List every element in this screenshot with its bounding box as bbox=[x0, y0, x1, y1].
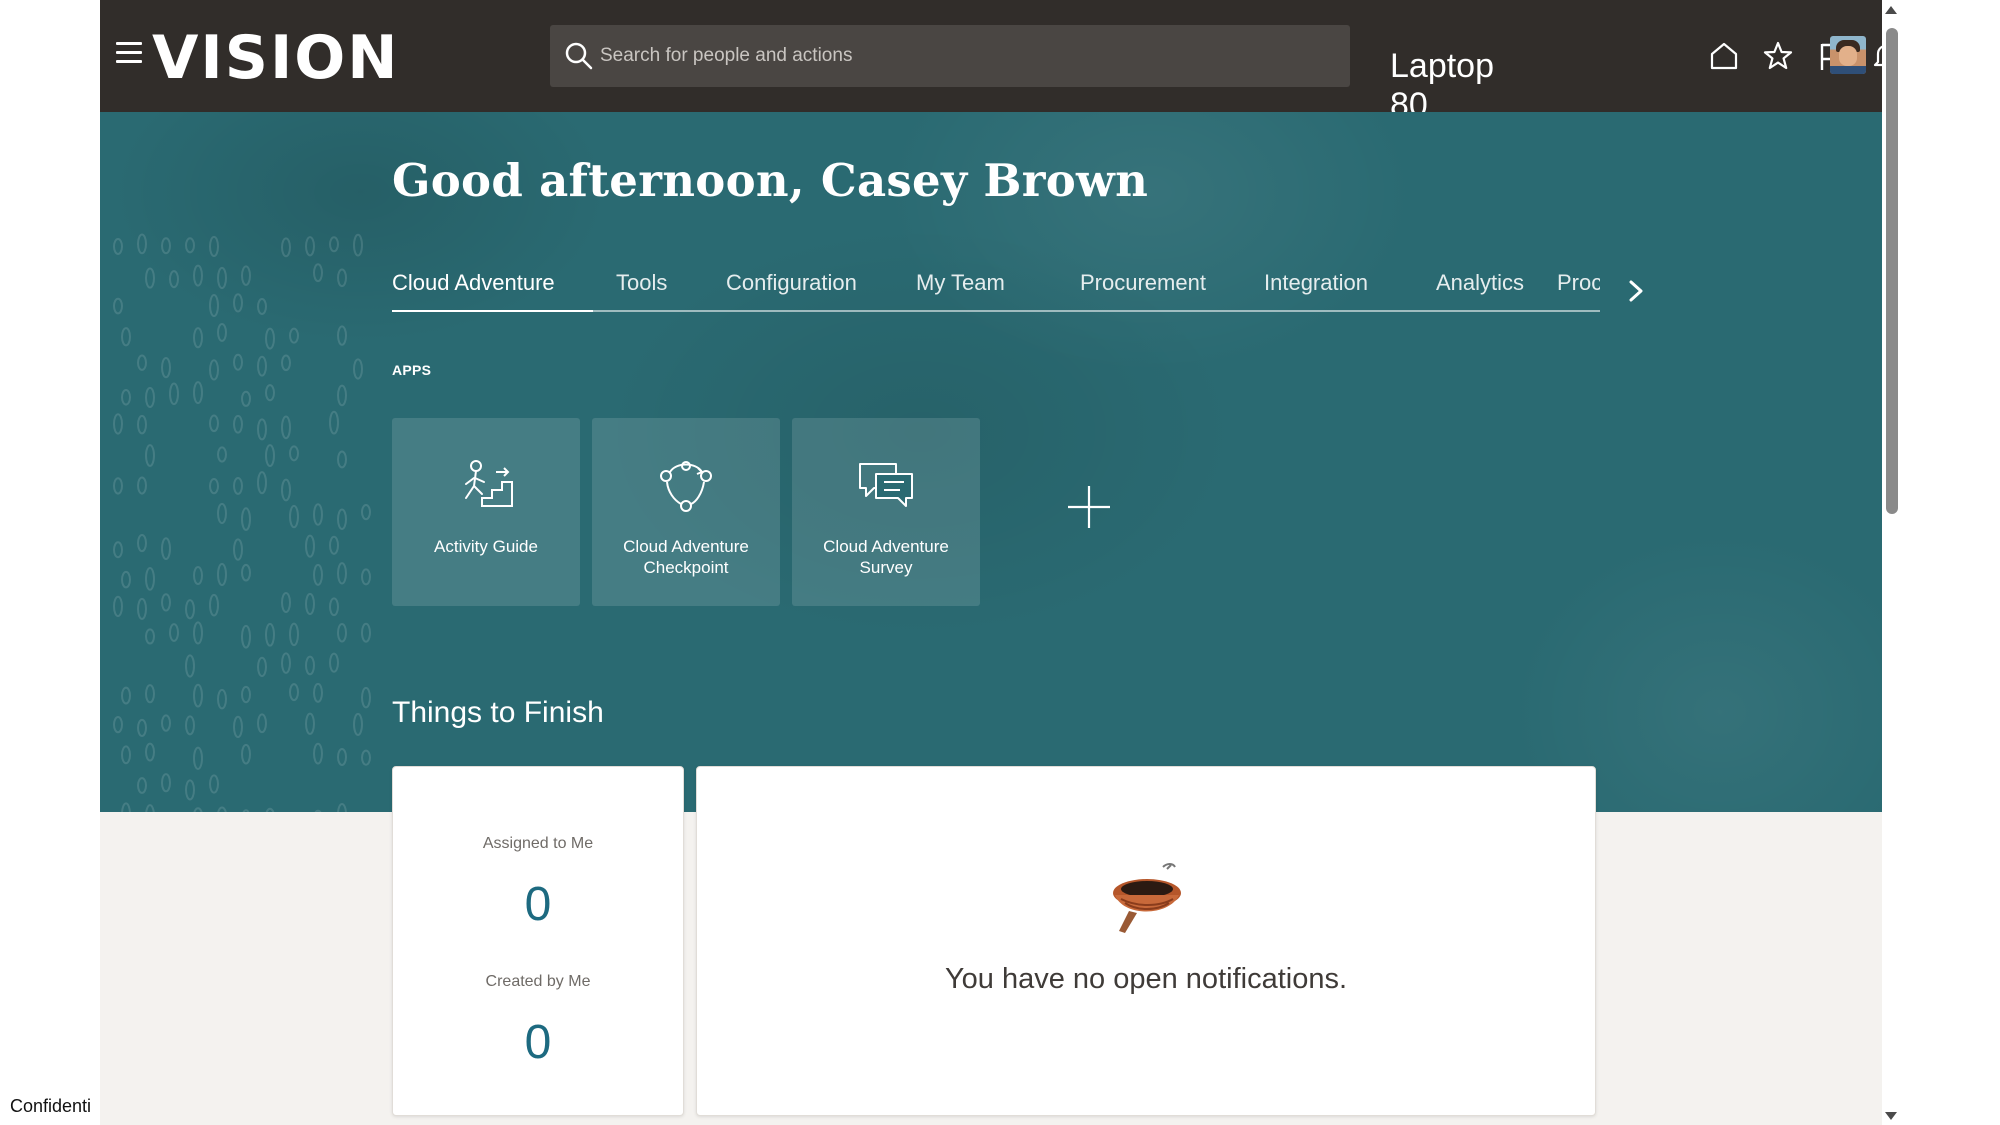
tab-configuration[interactable]: Configuration bbox=[726, 270, 857, 312]
tab-analytics[interactable]: Analytics bbox=[1436, 270, 1524, 312]
search-input[interactable] bbox=[600, 37, 930, 75]
star-icon[interactable] bbox=[1762, 40, 1794, 72]
chevron-right-icon[interactable] bbox=[1624, 276, 1648, 306]
global-search[interactable]: Laptop 80 bbox=[550, 25, 1494, 124]
no-notifications-message: You have no open notifications. bbox=[944, 963, 1348, 995]
greeting-heading: Good afternoon, Casey Brown bbox=[392, 154, 1149, 207]
scroll-down-arrow-icon[interactable] bbox=[1885, 1112, 1897, 1120]
global-header: VISION Laptop 80 bbox=[100, 0, 1882, 124]
checkpoint-icon bbox=[660, 461, 712, 512]
tab-integration[interactable]: Integration bbox=[1264, 270, 1368, 312]
page-viewport: VISION Laptop 80 Good afternoon, C bbox=[100, 0, 1882, 1125]
search-icon bbox=[565, 42, 593, 70]
app-label: Cloud Adventure Survey bbox=[823, 537, 949, 577]
survey-icon bbox=[859, 463, 913, 507]
app-label: Cloud Adventure Checkpoint bbox=[623, 537, 749, 577]
bell-icon[interactable] bbox=[1870, 40, 1882, 72]
scroll-up-arrow-icon[interactable] bbox=[1885, 6, 1897, 14]
activity-guide-icon bbox=[465, 460, 513, 507]
scroll-thumb[interactable] bbox=[1886, 28, 1898, 514]
created-by-me-count[interactable]: 0 bbox=[393, 1015, 683, 1070]
app-tile-cloud-adventure-checkpoint[interactable]: Cloud Adventure Checkpoint bbox=[592, 418, 780, 606]
app-label: Activity Guide bbox=[434, 537, 538, 556]
springboard-tabs: Cloud Adventure Tools Configuration My T… bbox=[392, 270, 1600, 312]
tab-cloud-adventure[interactable]: Cloud Adventure bbox=[392, 270, 593, 312]
app-tile-cloud-adventure-survey[interactable]: Cloud Adventure Survey bbox=[792, 418, 980, 606]
vertical-scrollbar[interactable] bbox=[1882, 0, 1900, 1125]
tab-tools[interactable]: Tools bbox=[616, 270, 667, 312]
app-tile-activity-guide[interactable]: Activity Guide bbox=[392, 418, 580, 606]
things-to-finish-heading: Things to Finish bbox=[392, 696, 604, 729]
welcome-banner: Good afternoon, Casey Brown Cloud Advent… bbox=[100, 112, 1882, 812]
user-avatar[interactable] bbox=[1830, 36, 1866, 74]
tab-my-team[interactable]: My Team bbox=[916, 270, 1005, 312]
home-icon[interactable] bbox=[1708, 40, 1740, 72]
assigned-to-me-count[interactable]: 0 bbox=[393, 877, 683, 932]
task-counts-card: Assigned to Me 0 Created by Me 0 bbox=[392, 766, 684, 1116]
tab-proc[interactable]: Proc bbox=[1557, 270, 1600, 312]
hamburger-menu-button[interactable] bbox=[116, 42, 142, 66]
vision-logo[interactable]: VISION bbox=[152, 22, 400, 94]
empty-nest-icon bbox=[1113, 863, 1181, 933]
assigned-to-me-label: Assigned to Me bbox=[482, 835, 594, 852]
tab-procurement[interactable]: Procurement bbox=[1080, 270, 1206, 312]
confidential-footer-text: Confidenti bbox=[10, 1096, 92, 1116]
notifications-card: You have no open notifications. bbox=[696, 766, 1596, 1116]
created-by-me-label: Created by Me bbox=[485, 973, 591, 990]
add-app-icon[interactable] bbox=[1066, 484, 1112, 530]
apps-heading: APPS bbox=[392, 362, 432, 378]
